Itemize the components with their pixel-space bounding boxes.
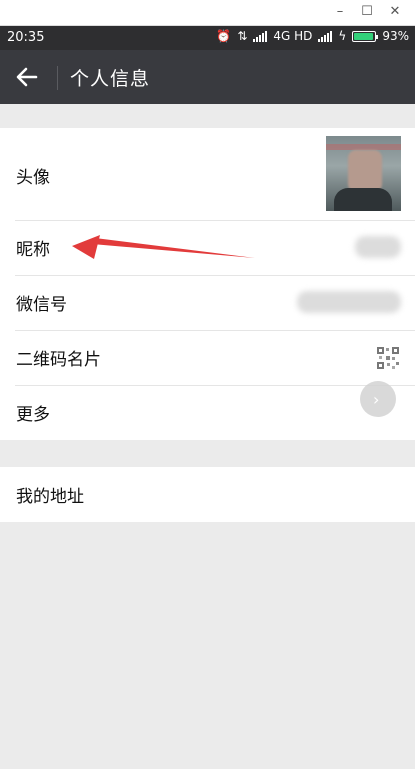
minimize-button[interactable]: –	[329, 3, 351, 21]
app-bar: 个人信息	[0, 50, 415, 104]
status-bar: 20:35 ⏰ ⇅ 4G HD ϟ 93%	[0, 26, 415, 50]
qrcode-icon	[377, 347, 399, 369]
data-transfer-icon: ⇅	[237, 29, 248, 43]
address-section: 我的地址	[0, 467, 415, 522]
nickname-label: 昵称	[16, 240, 50, 260]
more-row[interactable]: 更多	[0, 385, 415, 440]
wechat-id-row[interactable]: 微信号	[0, 275, 415, 330]
status-time: 20:35	[7, 30, 45, 45]
floating-assist-button[interactable]: ›	[360, 381, 396, 417]
avatar[interactable]	[326, 136, 401, 211]
network-type: 4G HD	[273, 29, 313, 43]
nickname-row[interactable]: 昵称	[0, 220, 415, 275]
signal-icon-2	[318, 30, 333, 42]
address-label: 我的地址	[16, 487, 84, 507]
arrow-left-icon	[16, 67, 38, 87]
qrcode-row[interactable]: 二维码名片	[0, 330, 415, 385]
battery-percent: 93%	[382, 29, 409, 43]
qrcode-label: 二维码名片	[16, 350, 101, 370]
divider	[57, 66, 58, 90]
avatar-face-pixelated	[348, 150, 382, 192]
profile-section: 头像 昵称 微信号 二维码名片 更多	[0, 128, 415, 440]
page-title: 个人信息	[70, 68, 151, 90]
signal-icon	[253, 30, 268, 42]
status-icons: ⏰ ⇅ 4G HD ϟ 93%	[216, 29, 409, 43]
back-button[interactable]	[12, 62, 42, 92]
nickname-value-blurred	[355, 236, 401, 258]
close-button[interactable]: ✕	[384, 3, 406, 21]
avatar-row[interactable]: 头像	[0, 128, 415, 220]
avatar-label: 头像	[16, 168, 50, 188]
alarm-icon: ⏰	[216, 29, 232, 43]
charging-icon: ϟ	[338, 29, 347, 43]
wechat-id-value-blurred	[297, 291, 401, 313]
chevron-right-icon: ›	[373, 390, 380, 409]
maximize-button[interactable]: ☐	[356, 3, 378, 21]
wechat-id-label: 微信号	[16, 295, 67, 315]
battery-icon	[352, 30, 379, 42]
window-chrome: – ☐ ✕	[0, 0, 415, 26]
avatar-body	[334, 188, 392, 211]
address-row[interactable]: 我的地址	[0, 467, 415, 522]
more-label: 更多	[16, 405, 50, 425]
